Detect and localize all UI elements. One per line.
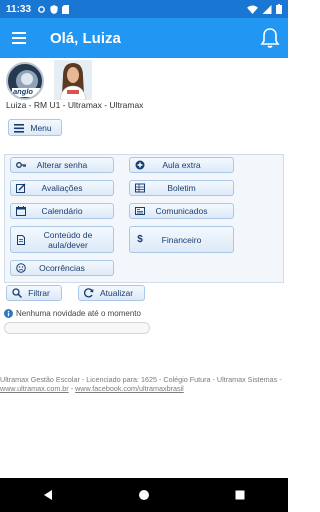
website-link[interactable]: www.ultramax.com.br <box>0 384 69 393</box>
calendar-label: Calendário <box>41 206 83 216</box>
extra-class-label: Aula extra <box>162 160 201 170</box>
news-message: Nenhuma novidade até o momento <box>4 309 141 318</box>
student-avatar-icon <box>59 63 87 100</box>
report-card-label: Boletim <box>167 183 196 193</box>
class-content-button[interactable]: Conteúdo de aula/dever <box>10 226 114 253</box>
back-icon[interactable] <box>42 489 54 501</box>
signal-icon <box>262 4 272 14</box>
financial-label: Financeiro <box>161 234 202 245</box>
sad-face-icon <box>16 263 26 273</box>
recents-icon[interactable] <box>234 489 246 501</box>
key-icon <box>16 162 26 168</box>
table-icon <box>135 183 145 193</box>
edit-icon <box>16 183 26 193</box>
extra-class-button[interactable]: Aula extra <box>129 157 234 173</box>
occurrences-button[interactable]: Ocorrências <box>10 260 114 276</box>
page-title: Olá, Luiza <box>50 29 121 47</box>
filter-button[interactable]: Filtrar <box>6 285 62 301</box>
wifi-icon <box>247 4 258 14</box>
dollar-icon: $ <box>137 233 143 245</box>
shield-status-icon <box>50 4 58 14</box>
profile-area: anglo <box>0 58 288 120</box>
footer-license-text: Ultramax Gestão Escolar - Licenciado par… <box>0 375 282 384</box>
announcements-button[interactable]: Comunicados <box>129 203 234 219</box>
status-time: 11:33 <box>6 3 32 15</box>
footer: Ultramax Gestão Escolar - Licenciado par… <box>0 375 288 393</box>
user-info: Luiza - RM U1 - Ultramax - Ultramax <box>6 100 144 110</box>
calendar-icon <box>16 206 26 216</box>
school-logo: anglo <box>6 62 44 100</box>
logo-text: anglo <box>13 87 33 96</box>
notifications-bell-icon[interactable] <box>258 26 282 50</box>
status-system-icons <box>247 4 282 14</box>
assessments-button[interactable]: Avaliações <box>10 180 114 196</box>
sd-card-status-icon <box>62 4 70 14</box>
financial-button[interactable]: $ Financeiro <box>129 226 234 253</box>
menu-button[interactable]: Menu <box>8 119 62 136</box>
settings-status-icon <box>38 5 45 13</box>
menu-button-label: Menu <box>30 122 52 133</box>
refresh-icon <box>84 288 94 298</box>
hamburger-menu-button[interactable] <box>0 18 38 58</box>
student-photo <box>54 60 92 100</box>
battery-icon <box>276 4 282 14</box>
news-text: Nenhuma novidade até o momento <box>16 309 141 318</box>
plus-circle-icon <box>135 160 145 170</box>
app-bar: Olá, Luiza <box>0 18 288 58</box>
refresh-button[interactable]: Atualizar <box>78 285 145 301</box>
search-icon <box>12 288 22 298</box>
system-navigation-bar <box>0 478 288 512</box>
filter-button-label: Filtrar <box>28 288 50 298</box>
facebook-link[interactable]: www.facebook.com/ultramaxbrasil <box>75 384 184 393</box>
occurrences-label: Ocorrências <box>39 263 85 273</box>
assessments-label: Avaliações <box>41 183 83 193</box>
news-feed-box <box>4 322 150 334</box>
bars-icon <box>14 123 24 133</box>
status-bar: 11:33 <box>0 0 288 18</box>
status-notification-icons <box>37 4 70 14</box>
announcements-label: Comunicados <box>155 206 208 216</box>
hamburger-icon <box>12 32 26 44</box>
change-password-button[interactable]: Alterar senha <box>10 157 114 173</box>
newspaper-icon <box>135 207 145 215</box>
report-card-button[interactable]: Boletim <box>129 180 234 196</box>
calendar-button[interactable]: Calendário <box>10 203 114 219</box>
home-icon[interactable] <box>138 489 150 501</box>
change-password-label: Alterar senha <box>36 160 88 170</box>
info-icon <box>4 309 13 318</box>
file-icon <box>17 234 25 245</box>
class-content-label: Conteúdo de aula/dever <box>43 229 93 250</box>
refresh-button-label: Atualizar <box>99 288 134 298</box>
